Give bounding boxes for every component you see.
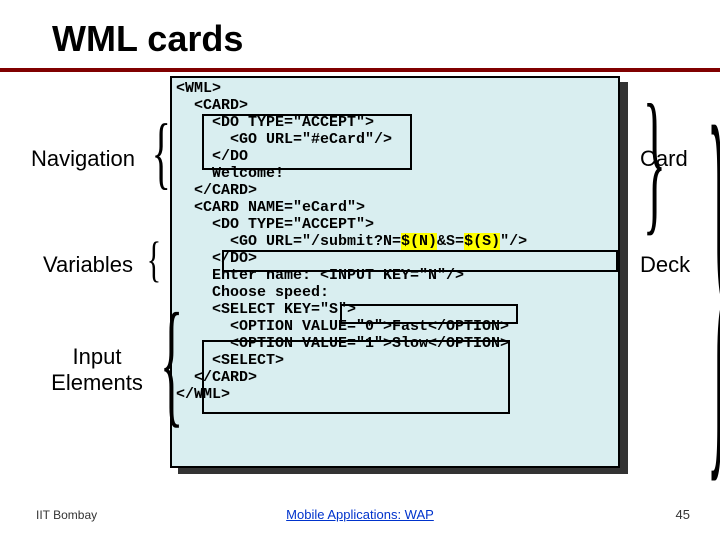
- page-title: WML cards: [52, 18, 243, 59]
- brace-variables: {: [147, 230, 161, 288]
- brace-deck: }: [707, 32, 720, 526]
- footer-link[interactable]: Mobile Applications: WAP: [0, 507, 720, 522]
- code-line: </CARD>: [194, 182, 614, 199]
- brace-input: {: [160, 282, 184, 443]
- code-line: <CARD>: [194, 97, 614, 114]
- label-deck: Deck: [640, 252, 690, 278]
- code-frag: <GO URL="/submit?N=: [230, 233, 401, 250]
- code-line: <WML>: [176, 80, 614, 97]
- code-line: <CARD NAME="eCard">: [194, 199, 614, 216]
- highlight-navigation: [202, 114, 412, 170]
- slide-stage: <WML> <CARD> <DO TYPE="ACCEPT"> <GO URL=…: [0, 72, 720, 522]
- footer-link-anchor[interactable]: Mobile Applications: WAP: [286, 507, 434, 522]
- footer-page-number: 45: [676, 507, 690, 522]
- code-frag: &S=: [437, 233, 464, 250]
- highlight-input-tag: [340, 304, 518, 324]
- code-var-s: $(S): [464, 233, 500, 250]
- brace-card: }: [643, 68, 666, 253]
- highlight-select-block: [202, 340, 510, 414]
- code-frag: "/>: [500, 233, 527, 250]
- code-line: <DO TYPE="ACCEPT">: [212, 216, 614, 233]
- label-variables: Variables: [28, 252, 148, 278]
- code-line: Choose speed:: [212, 284, 614, 301]
- brace-navigation: {: [152, 108, 171, 199]
- code-line: <GO URL="/submit?N=$(N)&S=$(S)"/>: [230, 233, 614, 250]
- highlight-variables: [222, 250, 618, 272]
- label-navigation: Navigation: [18, 146, 148, 172]
- titlebar: WML cards: [0, 0, 720, 72]
- label-input-elements: Input Elements: [42, 344, 152, 396]
- code-var-n: $(N): [401, 233, 437, 250]
